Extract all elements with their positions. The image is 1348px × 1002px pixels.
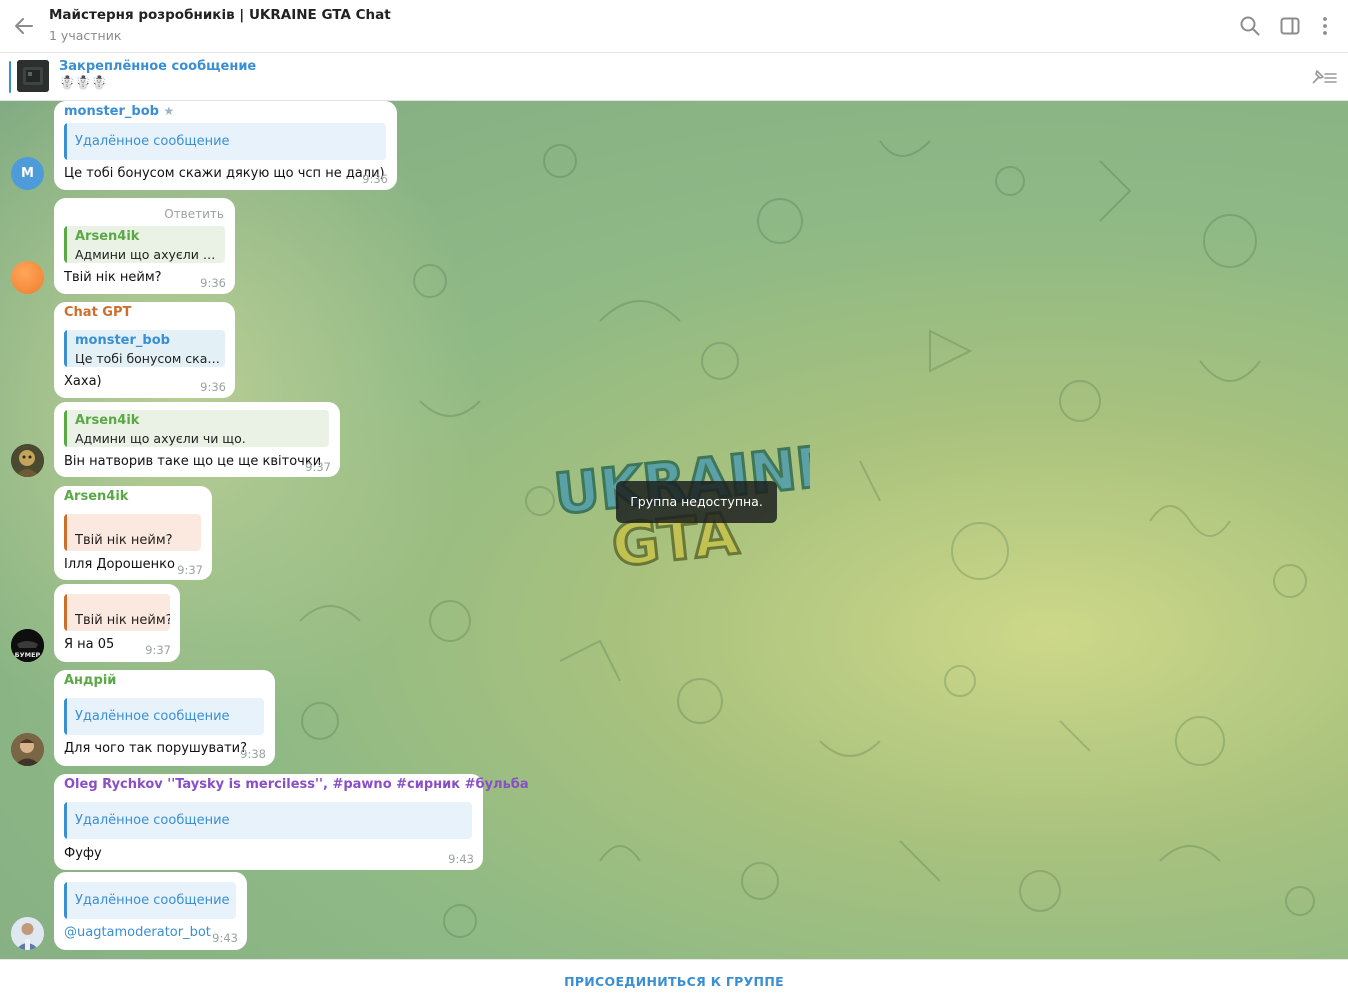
reply-text: Удалённое сообщение bbox=[75, 709, 230, 724]
message-text: Хаха) bbox=[64, 374, 102, 389]
message-time: 9:38 bbox=[240, 747, 266, 761]
message-bubble[interactable]: monster_bob ★ Удалённое сообщение Це тоб… bbox=[54, 101, 397, 190]
join-group-button[interactable]: ПРИСОЕДИНИТЬСЯ К ГРУППЕ bbox=[0, 974, 1348, 989]
chat-title[interactable]: Майстерня розробників | UKRAINE GTA Chat bbox=[49, 7, 391, 23]
reply-preview[interactable]: Удалённое сообщение bbox=[64, 882, 236, 919]
member-count: 1 участник bbox=[49, 28, 122, 43]
message-bubble[interactable]: Arsen4ik Админи що ахуєли чи що. Він нат… bbox=[54, 402, 340, 477]
search-icon[interactable] bbox=[1238, 14, 1262, 38]
message-text: Фуфу bbox=[64, 846, 102, 861]
reply-sender: monster_bob bbox=[75, 333, 170, 348]
message-text: Це тобі бонусом скажи дякую що чсп не да… bbox=[64, 166, 385, 181]
reply-text: Админи що ахуєли чи що. bbox=[75, 431, 246, 446]
message-text: Він натворив таке що це ще квіточки bbox=[64, 454, 322, 469]
chat-header: Майстерня розробників | UKRAINE GTA Chat… bbox=[0, 0, 1348, 53]
message-bubble[interactable]: Удалённое сообщение @uagtamoderator_bot … bbox=[54, 872, 247, 950]
pinned-title: Закреплённое сообщение bbox=[59, 59, 257, 74]
message-text: Твій нік нейм? bbox=[64, 270, 162, 285]
message-text: Для чого так порушувати? bbox=[64, 741, 248, 756]
pinned-list-icon[interactable] bbox=[1310, 66, 1338, 88]
message-bubble[interactable]: Твій нік нейм? Я на 05 9:37 bbox=[54, 584, 180, 662]
back-arrow-icon[interactable] bbox=[12, 14, 36, 38]
message-time: 9:36 bbox=[200, 276, 226, 290]
sidebar-toggle-icon[interactable] bbox=[1278, 14, 1302, 38]
reply-preview[interactable]: Твій нік нейм? bbox=[64, 514, 201, 551]
message-bubble[interactable]: Chat GPT monster_bob Це тобі бонусом ска… bbox=[54, 302, 235, 398]
reply-preview[interactable]: Удалённое сообщение bbox=[64, 802, 472, 839]
sender-name[interactable]: Андрій bbox=[64, 673, 116, 688]
avatar[interactable] bbox=[11, 917, 44, 950]
reply-preview[interactable]: Твій нік нейм? bbox=[64, 594, 170, 631]
avatar[interactable] bbox=[11, 444, 44, 477]
reply-preview[interactable]: monster_bob Це тобі бонусом скажи дякую … bbox=[64, 330, 225, 367]
message-bubble[interactable]: Oleg Rychkov ''Taysky is merciless'', #p… bbox=[54, 774, 529, 870]
reply-text: Це тобі бонусом скажи дякую що чсп не да… bbox=[75, 351, 221, 366]
message-time: 9:36 bbox=[200, 380, 226, 394]
group-unavailable-toast: Группа недоступна. bbox=[616, 481, 777, 523]
sender-name[interactable]: Oleg Rychkov ''Taysky is merciless'', #p… bbox=[64, 777, 529, 792]
message-text: Ілля Дорошенко bbox=[64, 557, 175, 572]
message-time: 9:37 bbox=[305, 460, 331, 474]
message-text: Я на 05 bbox=[64, 637, 115, 652]
bottom-bar: ПРИСОЕДИНИТЬСЯ К ГРУППЕ bbox=[0, 959, 1348, 1002]
sender-name[interactable]: monster_bob ★ bbox=[64, 104, 174, 119]
star-icon: ★ bbox=[163, 104, 175, 118]
reply-button[interactable]: Ответить bbox=[164, 207, 224, 221]
message-time: 9:43 bbox=[212, 931, 238, 945]
reply-preview[interactable]: Удалённое сообщение bbox=[64, 123, 386, 160]
bot-mention-link[interactable]: @uagtamoderator_bot bbox=[64, 925, 211, 940]
avatar[interactable]: M bbox=[11, 157, 44, 190]
chat-area: UKRAINE GTA Группа недоступна. monster_b… bbox=[0, 101, 1348, 959]
reply-text: Удалённое сообщение bbox=[75, 813, 230, 828]
pinned-message-bar[interactable]: Закреплённое сообщение ☃️☃️☃️ bbox=[0, 53, 1348, 101]
avatar[interactable] bbox=[11, 261, 44, 294]
avatar[interactable]: БУМЕР bbox=[11, 629, 44, 662]
message-time: 9:36 bbox=[362, 172, 388, 186]
reply-text: Твій нік нейм? bbox=[75, 613, 170, 628]
reply-text: Удалённое сообщение bbox=[75, 134, 230, 149]
sender-name[interactable]: Arsen4ik bbox=[64, 489, 128, 504]
more-menu-icon[interactable] bbox=[1313, 14, 1337, 38]
sender-name[interactable]: Chat GPT bbox=[64, 305, 131, 320]
reply-sender: Arsen4ik bbox=[75, 229, 140, 244]
reply-preview[interactable]: Удалённое сообщение bbox=[64, 698, 264, 735]
reply-preview[interactable]: Arsen4ik Админи що ахуєли чи що. bbox=[64, 226, 225, 263]
pinned-indicator bbox=[9, 61, 11, 93]
reply-text: Админи що ахуєли чи що. bbox=[75, 247, 221, 262]
svg-text:БУМЕР: БУМЕР bbox=[15, 651, 41, 659]
reply-preview[interactable]: Arsen4ik Админи що ахуєли чи що. bbox=[64, 410, 329, 447]
reply-text: Твій нік нейм? bbox=[75, 533, 173, 548]
message-time: 9:43 bbox=[448, 852, 474, 866]
reply-text: Удалённое сообщение bbox=[75, 893, 230, 908]
message-time: 9:37 bbox=[177, 563, 203, 577]
pinned-text: ☃️☃️☃️ bbox=[59, 76, 108, 91]
pinned-thumbnail bbox=[17, 60, 49, 92]
message-bubble[interactable]: Ответить Arsen4ik Админи що ахуєли чи що… bbox=[54, 198, 235, 294]
reply-sender: Arsen4ik bbox=[75, 413, 140, 428]
message-time: 9:37 bbox=[145, 643, 171, 657]
message-bubble[interactable]: Андрій Удалённое сообщение Для чого так … bbox=[54, 670, 275, 766]
avatar[interactable] bbox=[11, 733, 44, 766]
message-bubble[interactable]: Arsen4ik Твій нік нейм? Ілля Дорошенко 9… bbox=[54, 486, 212, 580]
